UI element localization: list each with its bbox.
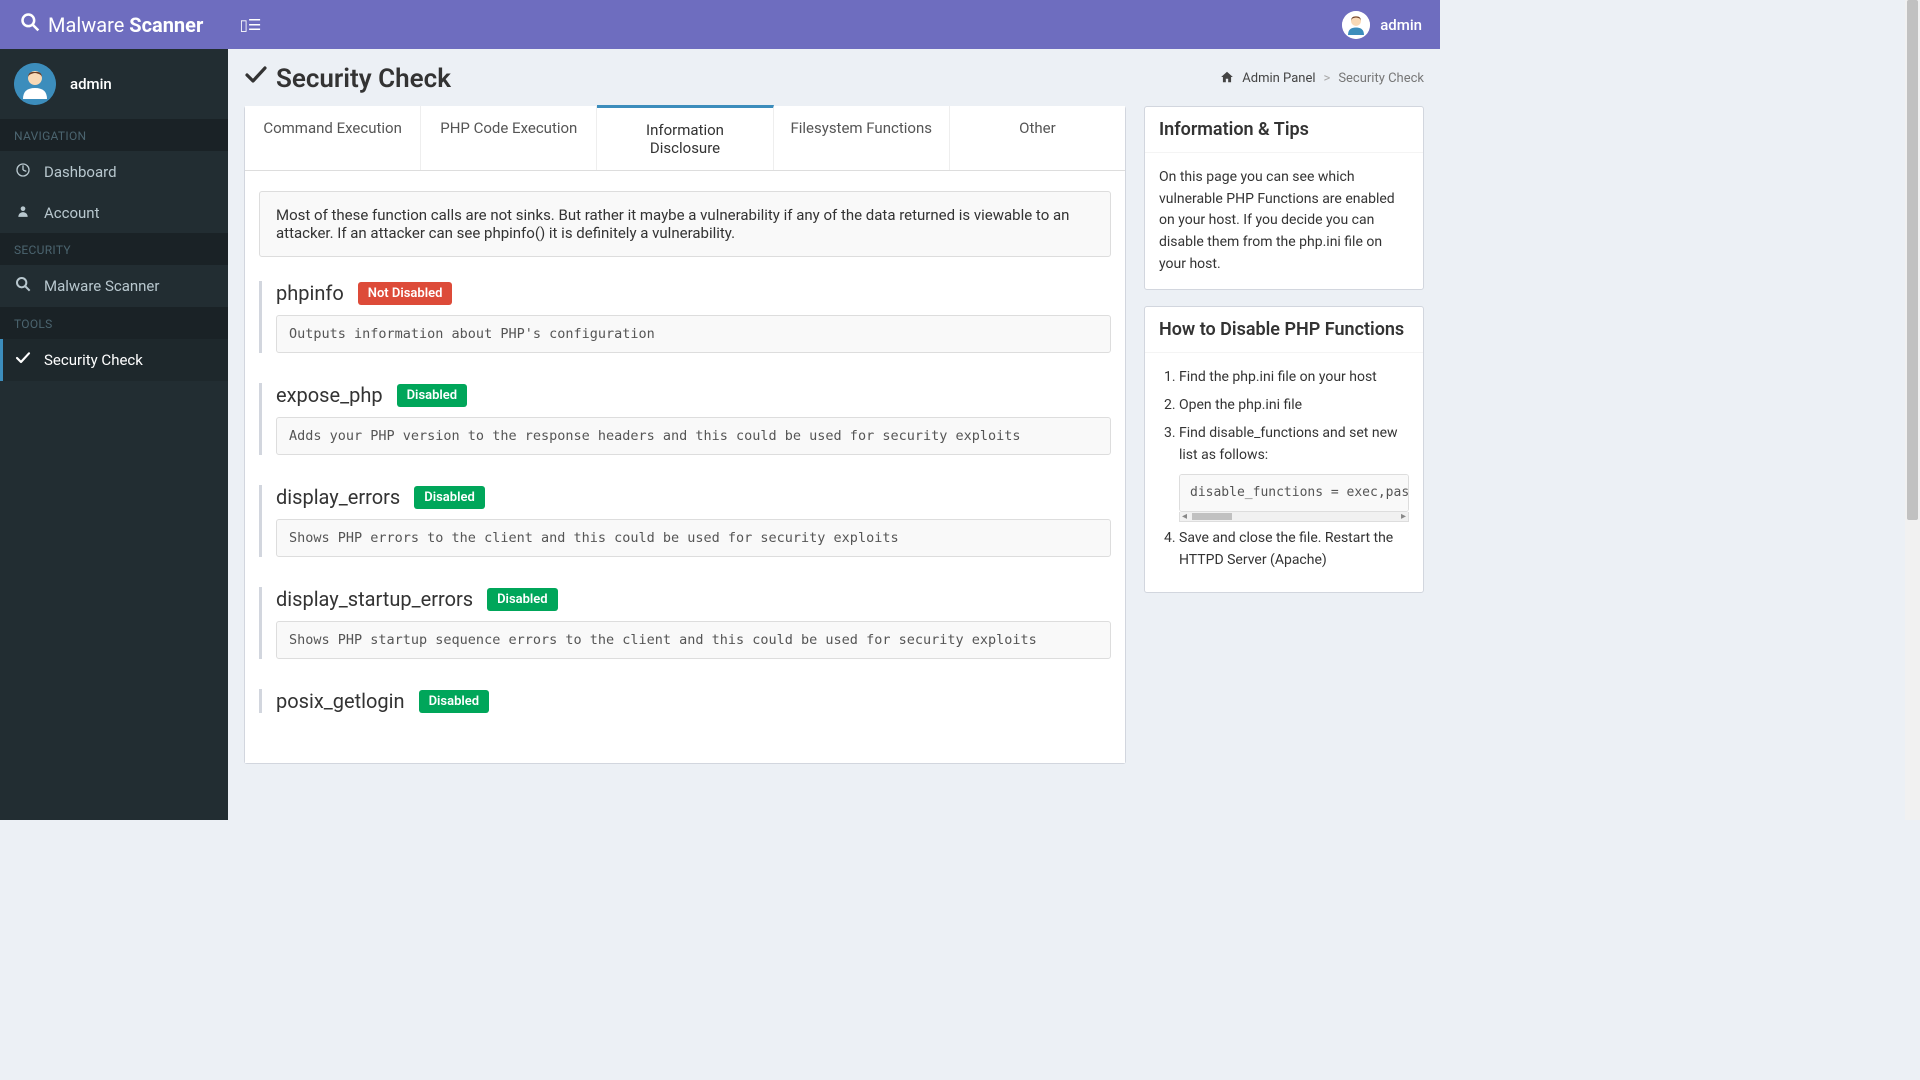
info-tips-text: On this page you can see which vulnerabl… [1145, 153, 1423, 289]
howto-box: How to Disable PHP Functions Find the ph… [1144, 306, 1424, 592]
topbar: Malware Scanner ▯☰ admin [0, 0, 1440, 49]
sidebar-item-dashboard[interactable]: Dashboard [0, 151, 228, 193]
brand-text-2: Scanner [129, 13, 203, 37]
function-desc: Adds your PHP version to the response he… [276, 417, 1111, 455]
check-icon [14, 350, 32, 370]
tab-other[interactable]: Other [950, 106, 1125, 170]
howto-step: Find the php.ini file on your host [1179, 367, 1409, 389]
content: Security Check Admin Panel > Security Ch… [228, 49, 1440, 820]
function-desc: Shows PHP startup sequence errors to the… [276, 621, 1111, 659]
breadcrumb-current: Security Check [1338, 71, 1424, 86]
tab-content: Most of these function calls are not sin… [245, 171, 1125, 763]
status-badge: Not Disabled [358, 282, 453, 305]
dashboard-icon [14, 162, 32, 182]
sidebar-item-account[interactable]: Account [0, 193, 228, 233]
topbar-user-menu[interactable]: admin [1324, 11, 1440, 39]
sidebar-section-header: NAVIGATION [0, 119, 228, 151]
topbar-user-name: admin [1380, 16, 1422, 34]
breadcrumb-home[interactable]: Admin Panel [1242, 71, 1315, 86]
sidebar-item-malware-scanner[interactable]: Malware Scanner [0, 265, 228, 307]
check-icon [244, 63, 268, 94]
info-tips-box: Information & Tips On this page you can … [1144, 106, 1424, 290]
status-badge: Disabled [397, 384, 468, 407]
page-scrollbar[interactable]: ▲ [1905, 0, 1920, 820]
function-name: display_startup_errors [276, 587, 473, 611]
sidebar-section-header: TOOLS [0, 307, 228, 339]
code-snippet: disable_functions = exec,passthru,shell_… [1179, 474, 1409, 512]
howto-step: Open the php.ini file [1179, 395, 1409, 417]
home-icon [1220, 70, 1234, 88]
breadcrumb-sep: > [1324, 71, 1331, 86]
howto-title: How to Disable PHP Functions [1159, 319, 1409, 340]
brand-logo[interactable]: Malware Scanner [0, 0, 228, 49]
tab-information-disclosure[interactable]: Information Disclosure [597, 105, 773, 170]
function-item: expose_php Disabled Adds your PHP version … [259, 383, 1111, 455]
sidebar-section-header: SECURITY [0, 233, 228, 265]
status-badge: Disabled [419, 690, 490, 713]
tab-filesystem-functions[interactable]: Filesystem Functions [774, 106, 950, 170]
avatar [1342, 11, 1370, 39]
tab-intro: Most of these function calls are not sin… [259, 191, 1111, 257]
function-desc: Shows PHP errors to the client and this … [276, 519, 1111, 557]
sidebar-item-label: Account [44, 204, 100, 222]
sidebar-item-security-check[interactable]: Security Check [0, 339, 228, 381]
sidebar-toggle[interactable]: ▯☰ [228, 16, 273, 34]
function-name: expose_php [276, 383, 383, 407]
avatar [14, 63, 56, 105]
scrollbar-thumb[interactable] [1907, 0, 1918, 520]
sidebar: admin NAVIGATION Dashboard Account SECURITY… [0, 49, 228, 820]
brand-text-1: Malware [48, 13, 124, 37]
info-tips-title: Information & Tips [1159, 119, 1409, 140]
search-icon [14, 276, 32, 296]
sidebar-item-label: Dashboard [44, 163, 117, 181]
howto-steps-list: Find the php.ini file on your host Open t… [1159, 367, 1409, 571]
tab-php-code-execution[interactable]: PHP Code Execution [421, 106, 597, 170]
function-item: display_startup_errors Disabled Shows PHP … [259, 587, 1111, 659]
tabs: Command ExecutionPHP Code ExecutionInfor… [245, 106, 1125, 171]
breadcrumb: Admin Panel > Security Check [1220, 70, 1424, 88]
function-item: posix_getlogin Disabled [259, 689, 1111, 713]
function-item: display_errors Disabled Shows PHP errors t… [259, 485, 1111, 557]
scrollbar-thumb[interactable] [1192, 513, 1232, 520]
sidebar-item-label: Security Check [44, 351, 143, 369]
search-icon [20, 12, 40, 37]
code-scrollbar[interactable] [1179, 512, 1409, 522]
status-badge: Disabled [487, 588, 558, 611]
function-name: posix_getlogin [276, 689, 405, 713]
tab-command-execution[interactable]: Command Execution [245, 106, 421, 170]
howto-step: Save and close the file. Restart the HTT… [1179, 528, 1409, 571]
function-desc: Outputs information about PHP's configur… [276, 315, 1111, 353]
status-badge: Disabled [414, 486, 485, 509]
sidebar-user-panel: admin [0, 49, 228, 119]
sidebar-user-name: admin [70, 75, 112, 93]
bars-icon: ▯☰ [240, 16, 262, 34]
function-name: phpinfo [276, 281, 344, 305]
howto-step: Find disable_functions and set new list … [1179, 423, 1409, 523]
page-title: Security Check [244, 63, 451, 94]
function-name: display_errors [276, 485, 400, 509]
user-icon [14, 204, 32, 222]
sidebar-item-label: Malware Scanner [44, 277, 159, 295]
function-item: phpinfo Not Disabled Outputs information a… [259, 281, 1111, 353]
